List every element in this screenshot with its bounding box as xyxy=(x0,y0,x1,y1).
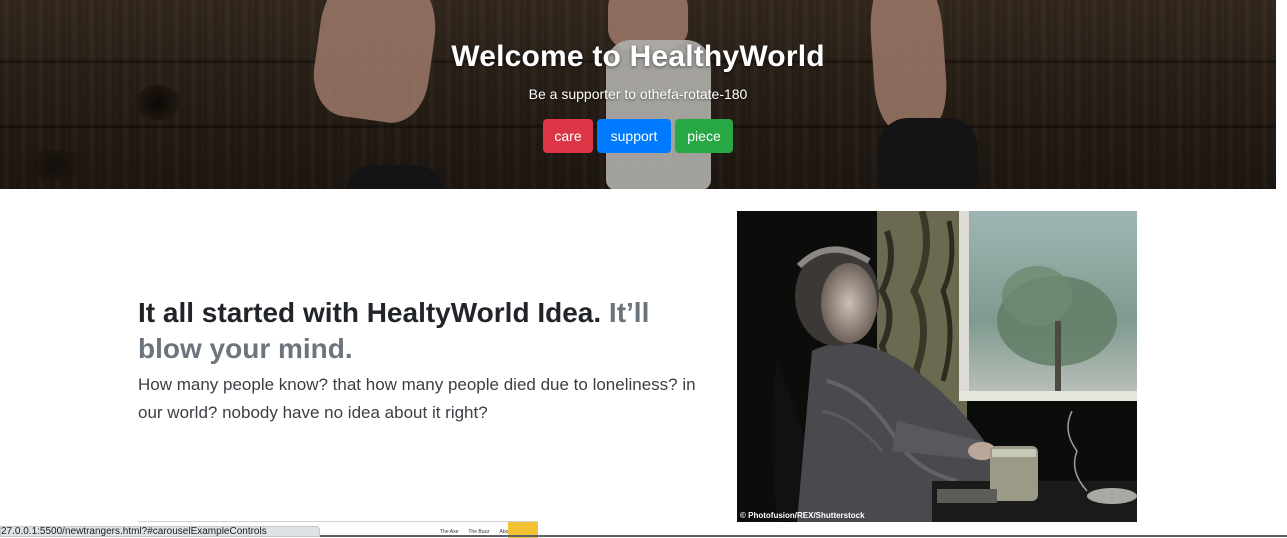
feature-heading-main: It all started with HealtyWorld Idea. xyxy=(138,297,602,328)
elderly-person-photo xyxy=(737,211,1137,522)
image-credit: © Photofusion/REX/Shutterstock xyxy=(740,511,865,520)
browser-status-bar: 27.0.0.1:5500/newtrangers.html?#carousel… xyxy=(0,526,320,537)
care-button[interactable]: care xyxy=(543,119,593,153)
feature-lead: How many people know? that how many peop… xyxy=(138,375,696,422)
feature-image: © Photofusion/REX/Shutterstock xyxy=(737,211,1137,522)
hero-title: Welcome to HealthyWorld xyxy=(451,40,825,73)
hero-subtitle: Be a supporter to othefa-rotate-180 xyxy=(528,86,748,102)
scrollbar-gutter xyxy=(1276,0,1287,537)
hero-banner: Welcome to HealthyWorld Be a supporter t… xyxy=(0,0,1276,189)
support-button[interactable]: support xyxy=(597,119,671,153)
piece-button[interactable]: piece xyxy=(675,119,733,153)
hero-button-group: care support piece xyxy=(543,119,733,153)
feature-heading: It all started with HealtyWorld Idea. It… xyxy=(138,295,698,367)
